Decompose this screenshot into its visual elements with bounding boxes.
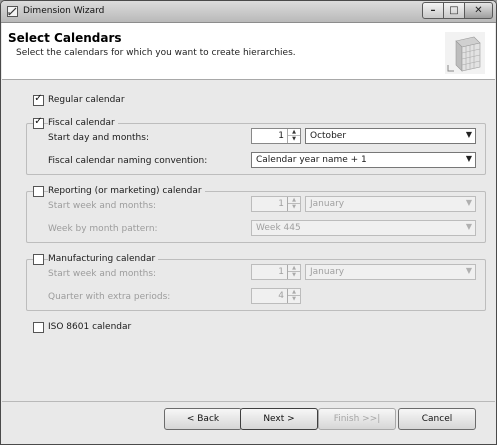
spinner-arrows[interactable]: ▲ ▼: [287, 129, 300, 143]
reporting-start-label: Start week and months:: [48, 201, 157, 211]
title-bar: Dimension Wizard – □ ✕: [1, 1, 496, 23]
fiscal-naming-value: Calendar year name + 1: [256, 155, 367, 165]
back-button[interactable]: < Back: [164, 408, 242, 430]
finish-button[interactable]: Finish >>|: [318, 408, 396, 430]
spinner-arrows[interactable]: ▲ ▼: [287, 265, 300, 279]
reporting-calendar-label: Reporting (or marketing) calendar: [48, 186, 205, 196]
fiscal-start-label: Start day and months:: [48, 133, 149, 143]
reporting-calendar-checkbox[interactable]: [33, 186, 44, 197]
spin-up-icon[interactable]: ▲: [288, 265, 300, 272]
minimize-icon: –: [430, 5, 436, 16]
spin-up-icon[interactable]: ▲: [288, 129, 300, 136]
iso-8601-calendar-checkbox[interactable]: [33, 322, 44, 333]
manufacturing-calendar-checkbox[interactable]: [33, 254, 44, 265]
chevron-down-icon: ▼: [465, 222, 472, 231]
wizard-header: Select Calendars Select the calendars fo…: [2, 23, 495, 80]
manufacturing-month-value: January: [310, 267, 345, 277]
manufacturing-calendar-label: Manufacturing calendar: [48, 254, 159, 264]
reporting-month-value: January: [310, 199, 345, 209]
reporting-pattern-value: Week 445: [256, 223, 301, 233]
spin-down-icon[interactable]: ▼: [288, 272, 300, 279]
calendar-cube-graphic-icon: [445, 32, 485, 74]
dimension-wizard-window: Dimension Wizard – □ ✕ Select Calendars …: [0, 0, 497, 445]
check-icon: ✓: [34, 93, 43, 104]
calendar-options-area: ✓ Regular calendar ✓ Fiscal calendar Sta…: [2, 81, 495, 401]
maximize-icon: □: [449, 5, 459, 16]
spinner-arrows[interactable]: ▲ ▼: [287, 197, 300, 211]
manufacturing-quarter-spinner[interactable]: 4 ▲ ▼: [251, 288, 301, 304]
fiscal-month-select[interactable]: October ▼: [305, 128, 476, 144]
reporting-start-week-value: 1: [278, 199, 284, 209]
close-button[interactable]: ✕: [464, 2, 493, 19]
fiscal-start-day-value: 1: [278, 131, 284, 141]
chevron-down-icon: ▼: [465, 154, 472, 163]
maximize-button[interactable]: □: [443, 2, 465, 19]
spin-up-icon[interactable]: ▲: [288, 197, 300, 204]
reporting-month-select[interactable]: January ▼: [305, 196, 476, 212]
footer-divider: [2, 401, 495, 402]
spin-down-icon[interactable]: ▼: [288, 136, 300, 143]
close-icon: ✕: [474, 5, 483, 16]
page-subtitle: Select the calendars for which you want …: [16, 48, 296, 58]
fiscal-start-day-spinner[interactable]: 1 ▲ ▼: [251, 128, 301, 144]
fiscal-naming-select[interactable]: Calendar year name + 1 ▼: [251, 152, 476, 168]
spin-up-icon[interactable]: ▲: [288, 289, 300, 296]
chevron-down-icon: ▼: [465, 130, 472, 139]
chevron-down-icon: ▼: [465, 198, 472, 207]
regular-calendar-checkbox[interactable]: ✓: [33, 93, 44, 106]
regular-calendar-label: Regular calendar: [48, 95, 125, 105]
manufacturing-quarter-label: Quarter with extra periods:: [48, 292, 171, 302]
chevron-down-icon: ▼: [465, 266, 472, 275]
check-icon: ✓: [34, 116, 43, 127]
manufacturing-quarter-value: 4: [278, 291, 284, 301]
fiscal-calendar-checkbox[interactable]: ✓: [33, 116, 44, 129]
manufacturing-start-week-value: 1: [278, 267, 284, 277]
iso-8601-calendar-label: ISO 8601 calendar: [48, 322, 132, 332]
reporting-pattern-select[interactable]: Week 445 ▼: [251, 220, 476, 236]
reporting-start-week-spinner[interactable]: 1 ▲ ▼: [251, 196, 301, 212]
wizard-app-icon: [7, 6, 18, 17]
spinner-arrows[interactable]: ▲ ▼: [287, 289, 300, 303]
spin-down-icon[interactable]: ▼: [288, 296, 300, 303]
next-button[interactable]: Next >: [240, 408, 318, 430]
reporting-pattern-label: Week by month pattern:: [48, 224, 158, 234]
page-title: Select Calendars: [8, 31, 122, 45]
fiscal-naming-label: Fiscal calendar naming convention:: [48, 156, 208, 166]
fiscal-calendar-label: Fiscal calendar: [48, 118, 118, 128]
manufacturing-month-select[interactable]: January ▼: [305, 264, 476, 280]
minimize-button[interactable]: –: [422, 2, 444, 19]
window-title: Dimension Wizard: [23, 6, 105, 16]
cancel-button[interactable]: Cancel: [398, 408, 476, 430]
spin-down-icon[interactable]: ▼: [288, 204, 300, 211]
manufacturing-start-week-spinner[interactable]: 1 ▲ ▼: [251, 264, 301, 280]
manufacturing-start-label: Start week and months:: [48, 269, 157, 279]
fiscal-month-value: October: [310, 131, 347, 141]
